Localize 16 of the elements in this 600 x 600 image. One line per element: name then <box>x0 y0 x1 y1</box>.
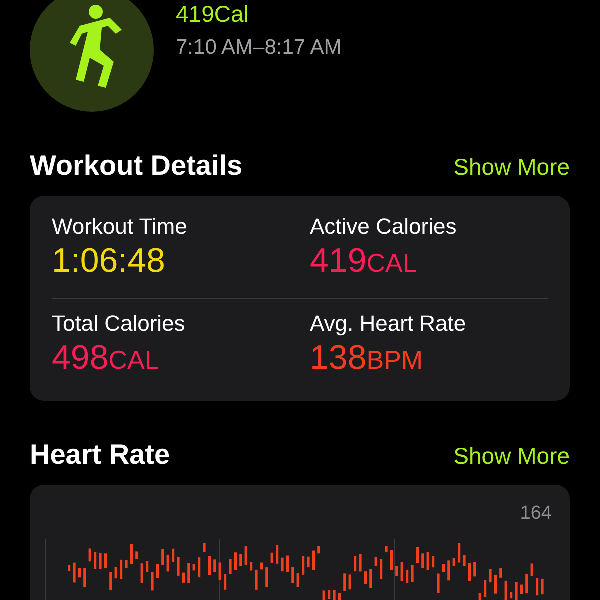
time-range: 7:10 AM–8:17 AM <box>176 36 342 60</box>
axis-label: 164 <box>520 503 552 525</box>
metric-label: Total Calories <box>52 311 186 337</box>
running-figure-icon <box>30 0 154 112</box>
metric-value: 498CAL <box>52 338 160 379</box>
metric-value: 138BPM <box>310 338 424 379</box>
metric-value: 1:06:48 <box>52 241 166 282</box>
section-title: Workout Details <box>30 150 243 182</box>
metric-label: Avg. Heart Rate <box>310 311 468 337</box>
show-more-link[interactable]: Show More <box>454 154 570 181</box>
metric-label: Workout Time <box>52 214 188 240</box>
metric-value: 419CAL <box>310 241 418 282</box>
metric-label: Active Calories <box>310 214 458 240</box>
section-title: Heart Rate <box>30 439 170 471</box>
show-more-link[interactable]: Show More <box>454 443 570 470</box>
calories-text: 419Cal <box>176 0 250 28</box>
